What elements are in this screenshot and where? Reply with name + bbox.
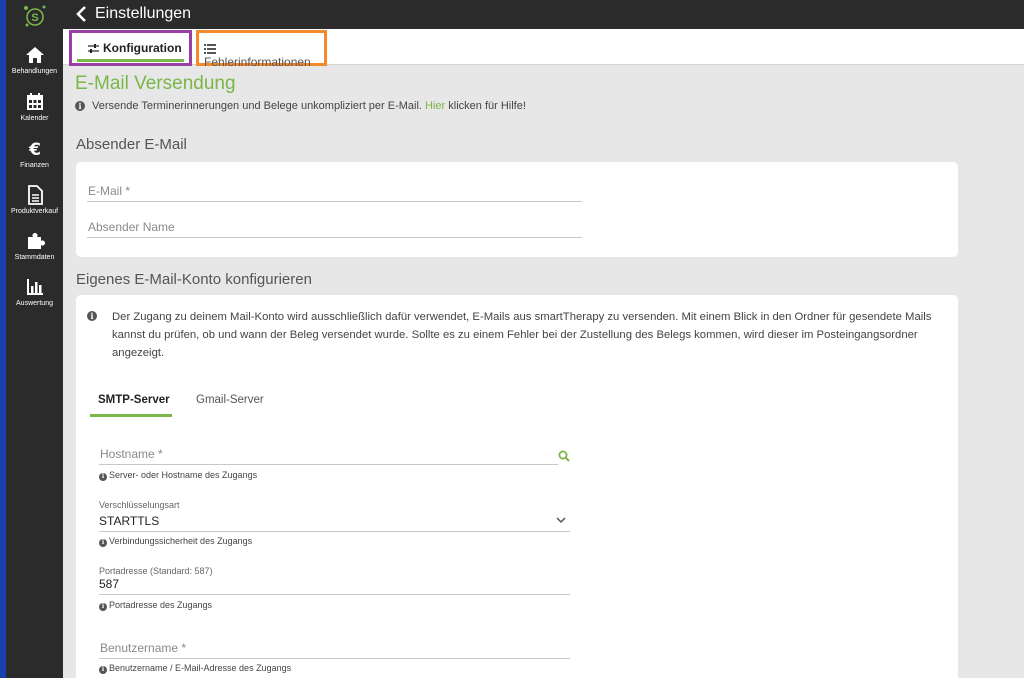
svg-text:S: S	[31, 12, 38, 24]
home-icon	[25, 47, 44, 63]
account-info-text: Der Zugang zu deinem Mail-Konto wird aus…	[112, 311, 932, 359]
encryption-hint: i Verbindungssicherheit des Zugangs	[99, 536, 252, 547]
sliders-icon	[88, 44, 99, 53]
document-icon	[27, 185, 43, 205]
tab-gmail-server[interactable]: Gmail-Server	[190, 387, 270, 417]
sidebar-item-finanzen[interactable]: € Finanzen	[6, 138, 63, 169]
section-title-account: Eigenes E-Mail-Konto konfigurieren	[76, 271, 312, 288]
sender-name-field[interactable]: Absender Name	[87, 218, 582, 238]
help-link[interactable]: Hier	[425, 100, 445, 112]
tab-fehlerinformationen[interactable]: Fehlerinformationen	[196, 30, 327, 69]
port-hint: i Portadresse des Zugangs	[99, 600, 212, 611]
back-arrow-icon[interactable]	[73, 5, 91, 23]
encryption-select[interactable]: Verschlüsselungsart STARTTLS	[99, 500, 570, 532]
tab-label: Konfiguration	[103, 41, 182, 55]
svg-text:€: €	[28, 140, 41, 160]
bar-chart-icon	[26, 279, 43, 295]
euro-icon: €	[28, 140, 41, 160]
sidebar-item-label: Auswertung	[16, 300, 53, 307]
sidebar-item-label: Finanzen	[20, 162, 49, 169]
username-field[interactable]: Benutzername *	[99, 638, 570, 659]
section-title-sender: Absender E-Mail	[76, 136, 187, 153]
sidebar-item-kalender[interactable]: Kalender	[6, 91, 63, 122]
app-logo: S	[24, 5, 46, 27]
page-title: Einstellungen	[95, 5, 192, 22]
tab-bar: Konfiguration Fehlerinformationen	[63, 29, 1024, 69]
list-icon	[204, 44, 216, 54]
sidebar-item-auswertung[interactable]: Auswertung	[6, 276, 63, 307]
sidebar: S Behandlungen Kalender € Finanzen Produ…	[6, 0, 63, 678]
help-text: i Versende Terminerinnerungen und Belege …	[75, 100, 526, 112]
hostname-hint: i Server- oder Hostname des Zugangs	[99, 470, 257, 481]
sidebar-item-label: Kalender	[20, 115, 49, 122]
info-icon: i	[99, 603, 107, 611]
info-icon: i	[87, 311, 97, 321]
sidebar-item-label: Produktverkauf	[10, 208, 59, 215]
info-icon: i	[99, 666, 107, 674]
info-icon: i	[99, 473, 107, 481]
sidebar-item-label: Stammdaten	[14, 254, 55, 261]
sender-card: E-Mail * Absender Name	[76, 162, 958, 257]
email-field[interactable]: E-Mail *	[87, 182, 582, 202]
section-title-email: E-Mail Versendung	[75, 73, 236, 94]
chevron-down-icon	[556, 517, 566, 524]
port-field[interactable]: Portadresse (Standard: 587) 587	[99, 566, 570, 595]
sidebar-item-produktverkauf[interactable]: Produktverkauf	[6, 184, 63, 215]
sidebar-item-stammdaten[interactable]: Stammdaten	[6, 230, 63, 261]
top-bar: Einstellungen	[63, 0, 1024, 29]
active-tab-indicator	[90, 414, 172, 417]
tab-smtp-server[interactable]: SMTP-Server	[90, 387, 172, 417]
hostname-field[interactable]: Hostname *	[99, 445, 558, 465]
account-card: i Der Zugang zu deinem Mail-Konto wird a…	[76, 295, 958, 678]
tab-konfiguration[interactable]: Konfiguration	[69, 30, 192, 66]
active-tab-indicator	[77, 59, 184, 62]
search-icon[interactable]	[558, 450, 570, 462]
info-icon: i	[75, 101, 85, 111]
sidebar-item-label: Behandlungen	[11, 68, 58, 75]
sidebar-item-behandlungen[interactable]: Behandlungen	[6, 44, 63, 75]
calendar-icon	[26, 93, 43, 110]
puzzle-icon	[27, 233, 45, 249]
tab-label: Fehlerinformationen	[204, 55, 311, 69]
info-icon: i	[99, 539, 107, 547]
username-hint: i Benutzername / E-Mail-Adresse des Zugan…	[99, 663, 291, 674]
